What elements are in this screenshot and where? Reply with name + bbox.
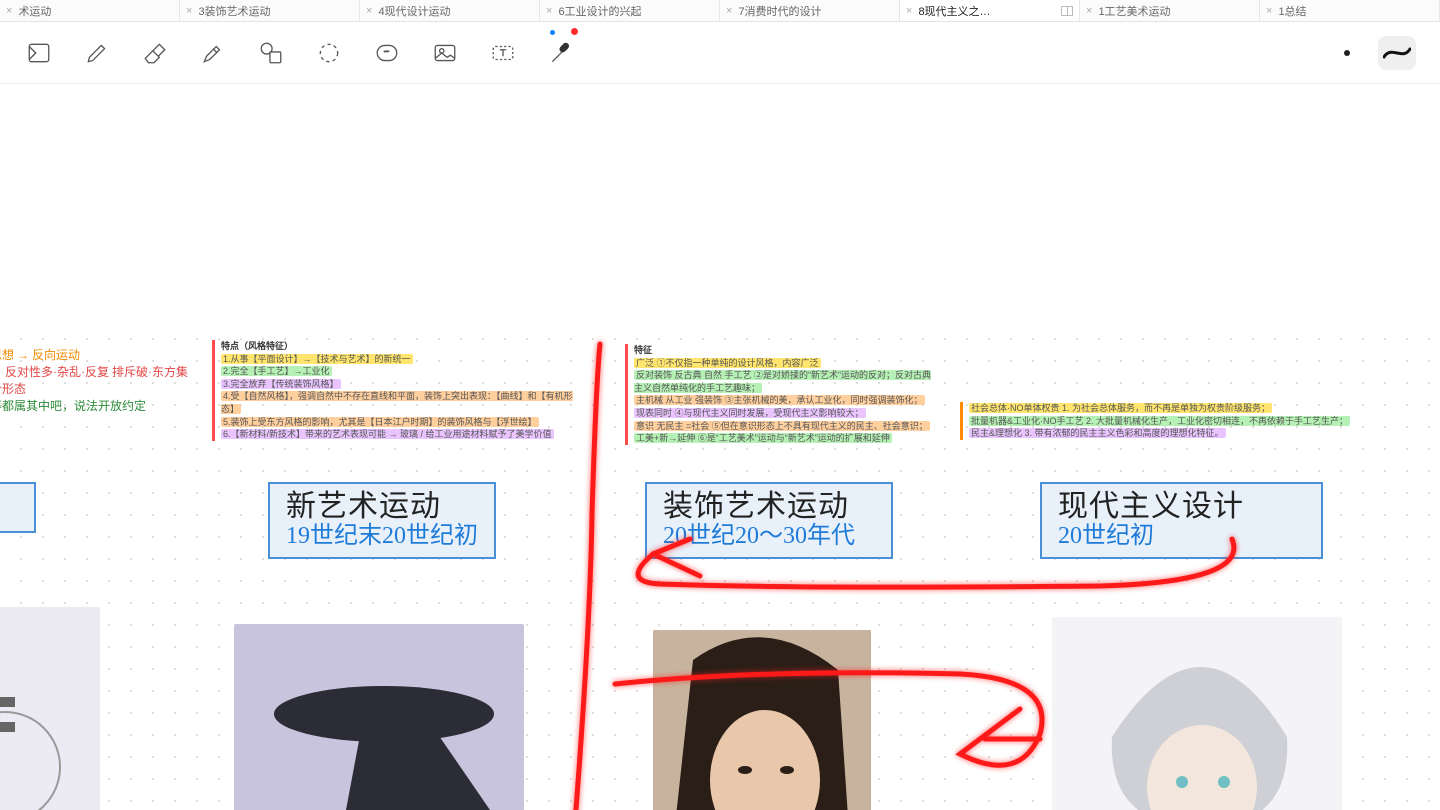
tab-label: 3装饰艺术运动 — [198, 3, 270, 19]
image-icon[interactable] — [430, 38, 460, 68]
close-icon[interactable]: × — [726, 5, 732, 17]
text-box-icon[interactable] — [488, 38, 518, 68]
close-icon[interactable]: × — [186, 5, 192, 17]
tab-item[interactable]: × 6工业设计的兴起 — [540, 0, 720, 21]
tab-bar: × 术运动 × 3装饰艺术运动 × 4现代设计运动 × 6工业设计的兴起 × 7… — [0, 0, 1440, 22]
eraser-icon[interactable] — [140, 38, 170, 68]
card-partial: 动 — [0, 482, 36, 533]
card-modernism: 现代主义设计 20世纪初 — [1040, 482, 1323, 559]
mindmap-block-2: 特征 广泛 ①不仅指一种单纯的设计风格，内容广泛 反对装饰 反古典 自然 手工艺… — [625, 344, 935, 445]
tab-item[interactable]: × 术运动 — [0, 0, 180, 21]
toolbar — [0, 22, 1440, 84]
card-art-nouveau: 新艺术运动 19世纪末20世纪初 — [268, 482, 496, 559]
tab-item[interactable]: × 1总结 — [1260, 0, 1440, 21]
split-view-icon[interactable] — [1061, 6, 1073, 16]
close-icon[interactable]: × — [1086, 5, 1092, 17]
brush-stroke-preview[interactable] — [1378, 36, 1416, 70]
tab-item[interactable]: × 3装饰艺术运动 — [180, 0, 360, 21]
close-icon[interactable]: × — [1266, 5, 1272, 17]
image-placeholder — [653, 630, 871, 810]
tab-label: 8现代主义之… — [918, 3, 990, 19]
highlighter-icon[interactable] — [198, 38, 228, 68]
note-canvas[interactable]: 思想 → 反向运动 → 反对性多·杂乱·反复 排斥破·东方集合形态 等都属其中吧… — [0, 84, 1440, 810]
card-art-deco: 装饰艺术运动 20世纪20～30年代 — [645, 482, 893, 559]
mindmap-block-1: 特点（风格特征） 1.从事【平面设计】→【技术与艺术】的新统一 2.完全【手工艺… — [212, 340, 592, 441]
tab-item[interactable]: × 4现代设计运动 — [360, 0, 540, 21]
image-placeholder — [234, 624, 524, 810]
image-placeholder — [0, 607, 100, 810]
close-icon[interactable]: × — [546, 5, 552, 17]
close-icon[interactable]: × — [906, 5, 912, 17]
tab-item-active[interactable]: × 8现代主义之… — [900, 0, 1080, 21]
brush-size-dot[interactable] — [1344, 50, 1350, 56]
lasso-icon[interactable] — [314, 38, 344, 68]
close-icon[interactable]: × — [6, 5, 12, 17]
tab-label: 1总结 — [1278, 3, 1306, 19]
tab-label: 1工艺美术运动 — [1098, 3, 1170, 19]
tab-label: 6工业设计的兴起 — [558, 3, 641, 19]
tab-label: 7消费时代的设计 — [738, 3, 821, 19]
mindmap-block-3: 社会总体·NO单体权贵 1. 为社会总体服务，而不再是单独为权贵阶级服务； 批量… — [960, 402, 1400, 440]
tab-label: 术运动 — [18, 3, 51, 19]
read-mode-icon[interactable] — [24, 38, 54, 68]
close-icon[interactable]: × — [366, 5, 372, 17]
shapes-icon[interactable] — [256, 38, 286, 68]
tab-label: 4现代设计运动 — [378, 3, 450, 19]
tab-item[interactable]: × 7消费时代的设计 — [720, 0, 900, 21]
sticker-icon[interactable] — [372, 38, 402, 68]
handwritten-note: 思想 → 反向运动 → 反对性多·杂乱·反复 排斥破·东方集合形态 等都属其中吧… — [0, 346, 190, 414]
pen-icon[interactable] — [82, 38, 112, 68]
image-placeholder — [1052, 617, 1342, 810]
tab-item[interactable]: × 1工艺美术运动 — [1080, 0, 1260, 21]
laser-pointer-icon[interactable] — [546, 38, 576, 68]
